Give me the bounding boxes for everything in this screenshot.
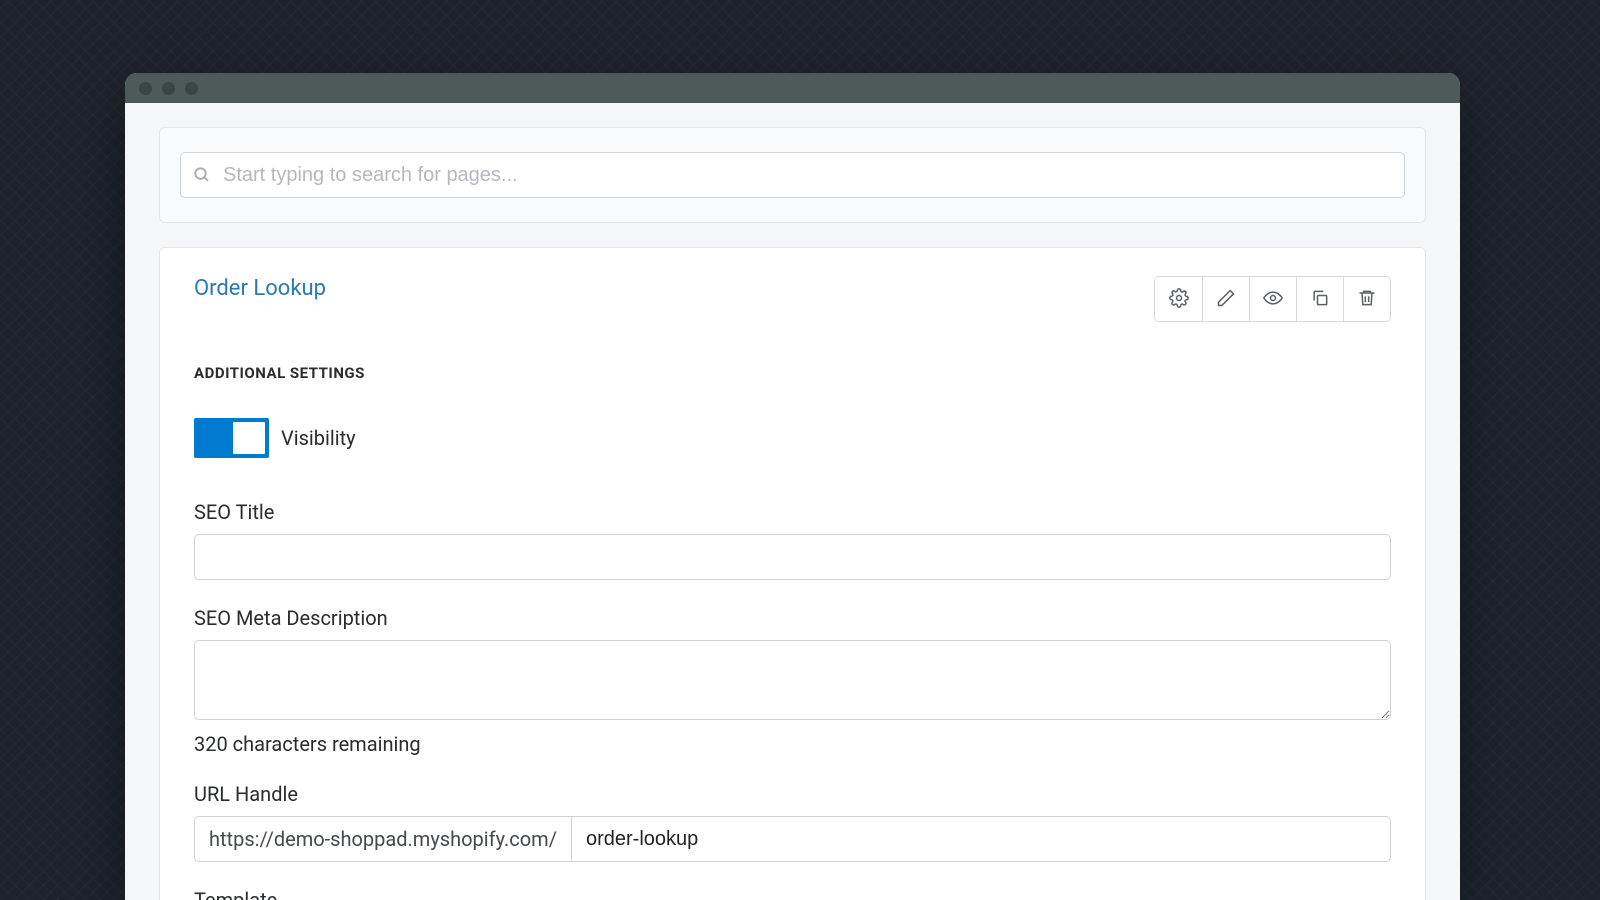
pencil-icon	[1216, 288, 1236, 311]
seo-meta-field: SEO Meta Description 320 characters rema…	[194, 606, 1391, 756]
preview-button[interactable]	[1249, 277, 1296, 321]
search-input[interactable]	[180, 152, 1405, 198]
window-maximize-dot[interactable]	[185, 82, 198, 95]
seo-title-label: SEO Title	[194, 500, 1391, 524]
trash-icon	[1357, 288, 1377, 311]
seo-meta-help: 320 characters remaining	[194, 732, 1391, 756]
section-heading: ADDITIONAL SETTINGS	[194, 364, 1391, 382]
gear-icon	[1169, 288, 1189, 311]
search-wrap	[180, 152, 1405, 198]
settings-panel: Order Lookup	[159, 247, 1426, 900]
seo-meta-textarea[interactable]	[194, 640, 1391, 720]
app-window: Order Lookup	[125, 73, 1460, 900]
url-handle-row: https://demo-shoppad.myshopify.com/	[194, 816, 1391, 862]
seo-title-input[interactable]	[194, 534, 1391, 580]
window-titlebar	[125, 73, 1460, 103]
url-handle-input[interactable]	[571, 816, 1391, 862]
seo-title-field: SEO Title	[194, 500, 1391, 580]
url-handle-label: URL Handle	[194, 782, 1391, 806]
window-close-dot[interactable]	[139, 82, 152, 95]
url-handle-field: URL Handle https://demo-shoppad.myshopif…	[194, 782, 1391, 862]
window-content: Order Lookup	[125, 127, 1460, 900]
url-prefix: https://demo-shoppad.myshopify.com/	[194, 816, 571, 862]
search-panel	[159, 127, 1426, 223]
copy-icon	[1310, 288, 1330, 311]
search-icon	[193, 166, 211, 184]
seo-meta-label: SEO Meta Description	[194, 606, 1391, 630]
toggle-knob	[233, 422, 265, 454]
template-label: Template	[194, 888, 1391, 900]
visibility-row: Visibility	[194, 418, 1391, 458]
visibility-label: Visibility	[281, 426, 356, 450]
visibility-toggle[interactable]	[194, 418, 269, 458]
window-minimize-dot[interactable]	[162, 82, 175, 95]
page-title-link[interactable]: Order Lookup	[194, 276, 326, 301]
duplicate-button[interactable]	[1296, 277, 1343, 321]
eye-icon	[1263, 288, 1283, 311]
panel-header: Order Lookup	[194, 276, 1391, 322]
delete-button[interactable]	[1343, 277, 1390, 321]
template-field: Template page.details	[194, 888, 1391, 900]
settings-button[interactable]	[1155, 277, 1202, 321]
edit-button[interactable]	[1202, 277, 1249, 321]
page-toolbar	[1154, 276, 1391, 322]
